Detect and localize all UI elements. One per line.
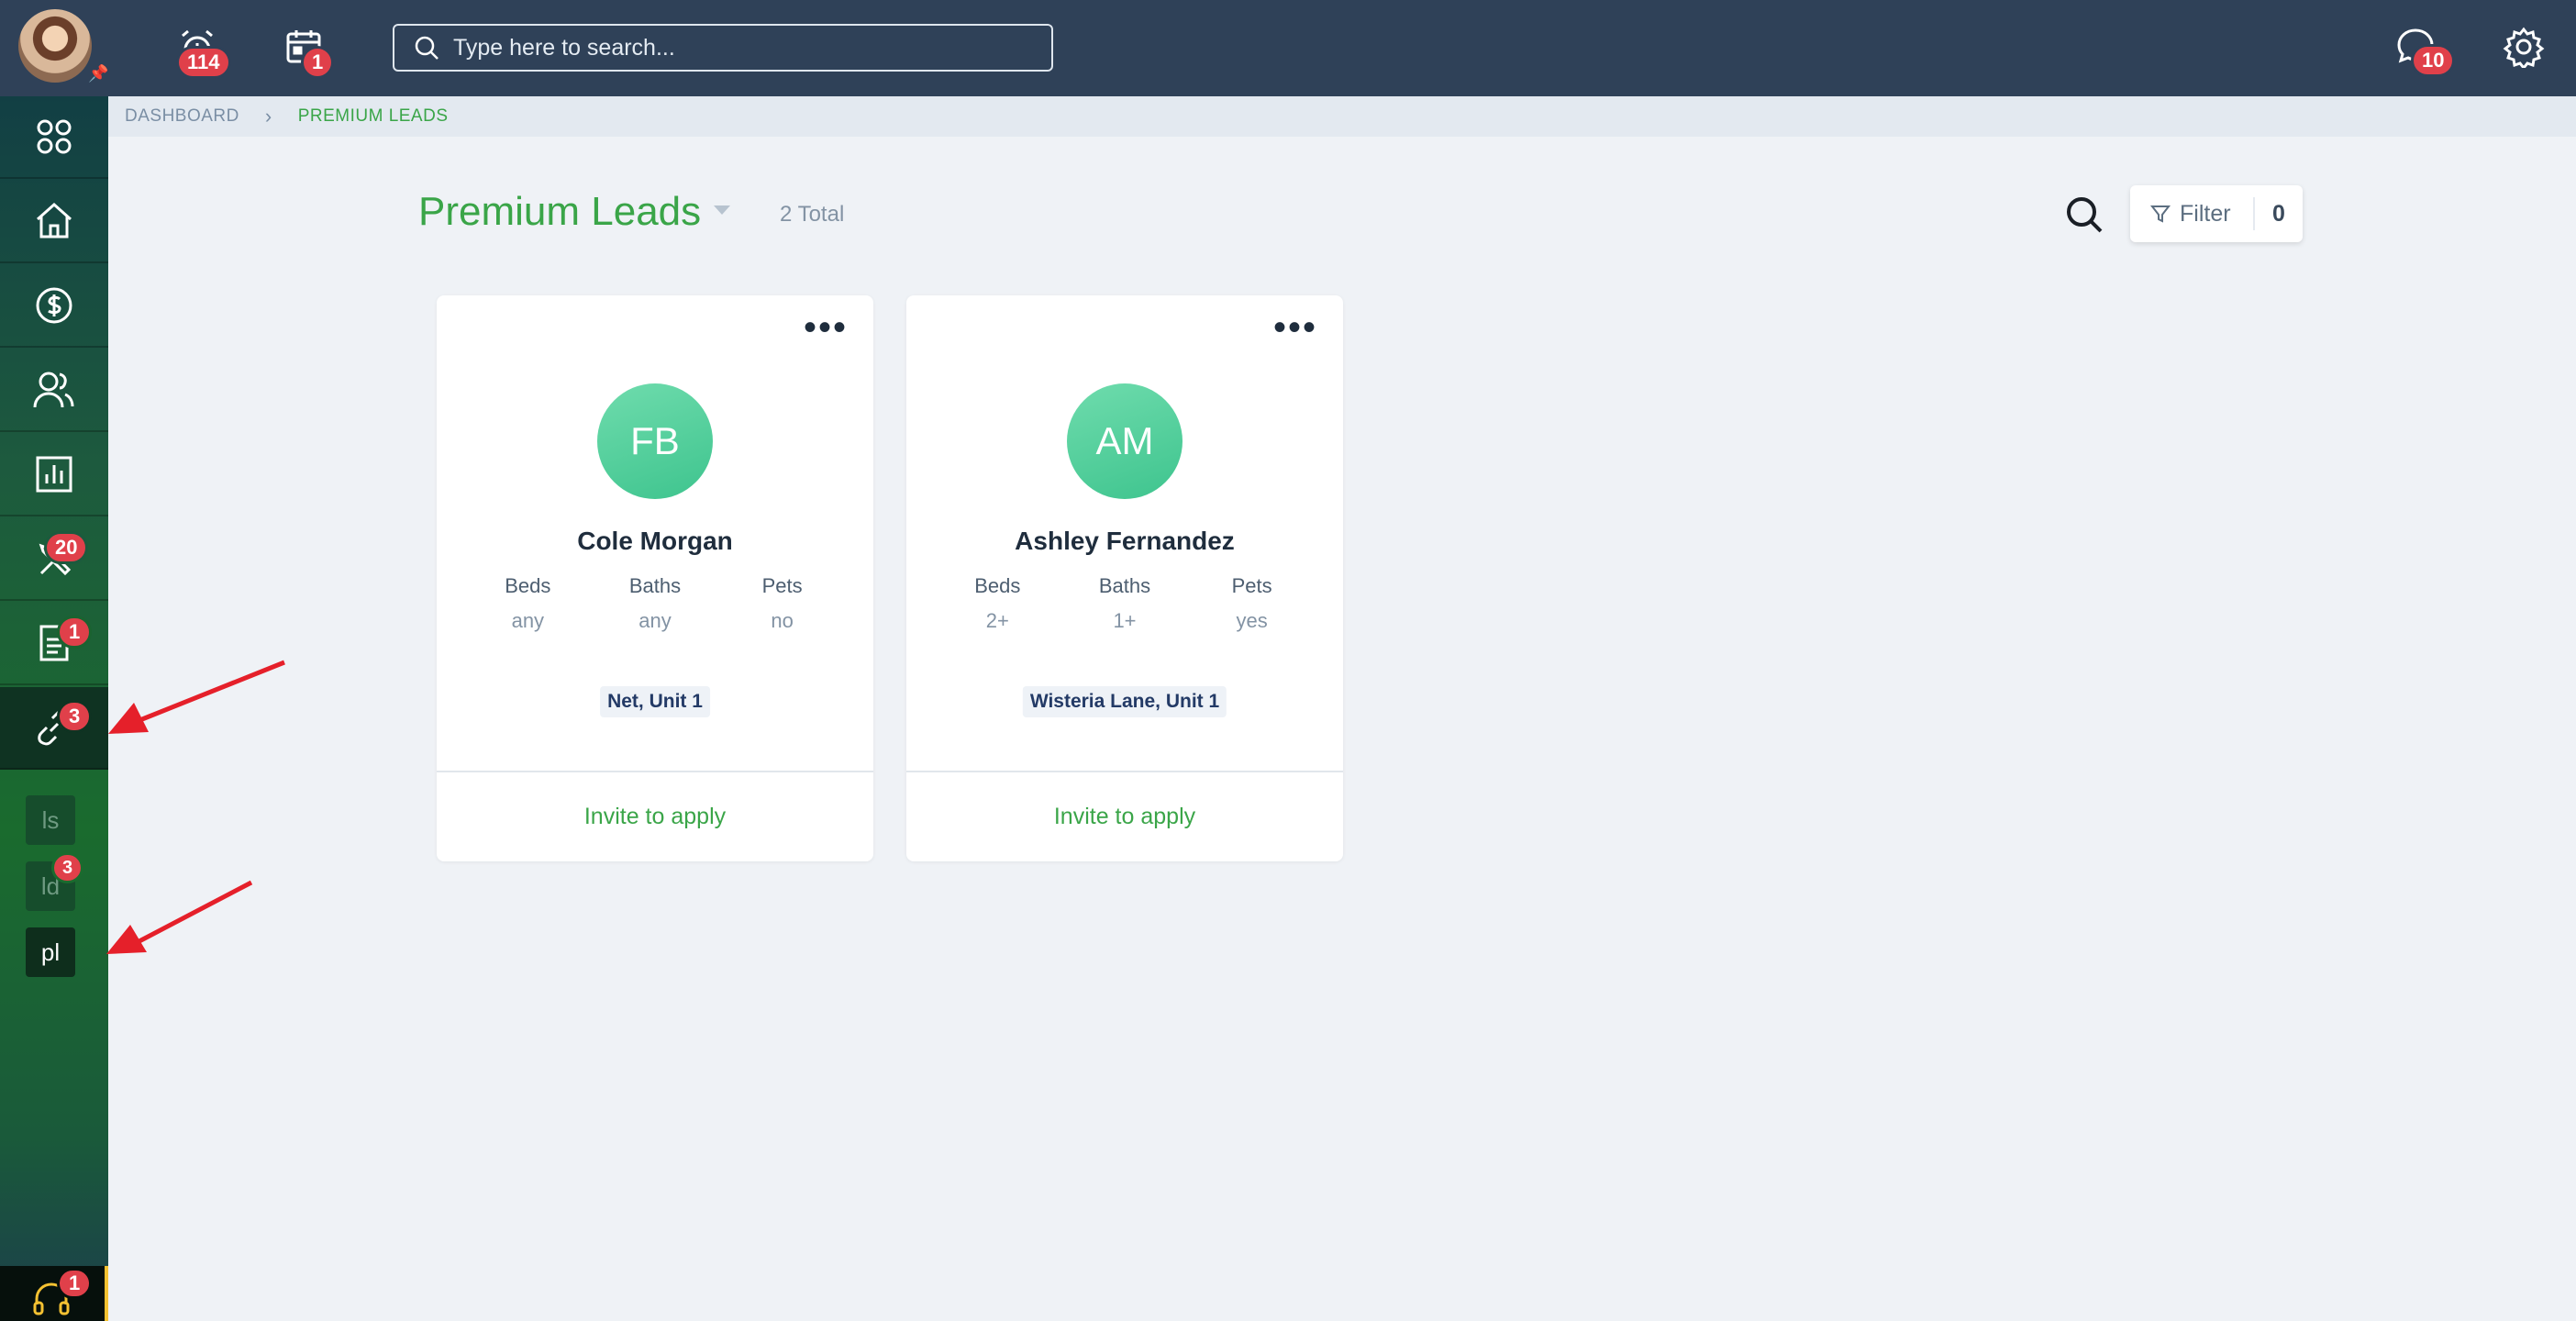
lead-name[interactable]: Cole Morgan bbox=[437, 527, 873, 556]
users-icon bbox=[33, 372, 74, 408]
chat-badge: 10 bbox=[2411, 44, 2456, 77]
calendar-icon[interactable]: 1 bbox=[281, 24, 335, 79]
lead-avatar: AM bbox=[1067, 383, 1183, 499]
alarm-icon[interactable]: 114 bbox=[174, 24, 231, 79]
more-options-icon[interactable]: ••• bbox=[1273, 309, 1317, 346]
dollar-icon bbox=[36, 287, 72, 324]
tools-badge: 20 bbox=[44, 531, 89, 564]
chevron-right-icon: › bbox=[264, 105, 272, 128]
divider bbox=[906, 771, 1343, 772]
lead-avatar: FB bbox=[597, 383, 713, 499]
sub-item-pl[interactable]: pl bbox=[26, 927, 75, 977]
sub-item-label: pl bbox=[40, 938, 61, 966]
filter-button[interactable]: Filter 0 bbox=[2130, 185, 2303, 242]
search-icon bbox=[415, 36, 439, 60]
lead-stats: Beds any Baths any Pets no bbox=[437, 574, 873, 633]
pets-label: Pets bbox=[1231, 574, 1272, 597]
calendar-badge: 1 bbox=[301, 46, 335, 79]
links-badge: 3 bbox=[57, 700, 93, 733]
beds-label: Beds bbox=[505, 574, 551, 597]
documents-badge: 1 bbox=[57, 616, 93, 649]
search-input[interactable] bbox=[453, 34, 1022, 61]
annotation-arrow-icon bbox=[106, 880, 253, 954]
pin-icon: 📌 bbox=[88, 64, 109, 83]
divider bbox=[437, 771, 873, 772]
pets-value: yes bbox=[1236, 609, 1268, 632]
chevron-down-icon[interactable] bbox=[714, 205, 730, 215]
annotation-arrow-icon bbox=[108, 660, 285, 734]
sub-item-ld[interactable]: ld 3 bbox=[26, 852, 84, 911]
sidebar: 20 1 3 ls ld 3 pl 1 bbox=[0, 96, 108, 1321]
beds-value: any bbox=[511, 609, 545, 632]
sidebar-item-links[interactable]: 3 bbox=[0, 687, 108, 770]
top-bar: 📌 114 1 10 bbox=[0, 0, 2576, 96]
help-button[interactable]: 1 bbox=[0, 1266, 108, 1321]
pets-value: no bbox=[771, 609, 794, 632]
grid-icon bbox=[37, 119, 72, 154]
sub-item-ls[interactable]: ls bbox=[26, 795, 75, 845]
baths-value: 1+ bbox=[1113, 609, 1137, 632]
sidebar-item-payments[interactable] bbox=[0, 265, 108, 348]
sidebar-item-people[interactable] bbox=[0, 350, 108, 432]
breadcrumb-current: PREMIUM LEADS bbox=[297, 106, 449, 126]
invite-to-apply-button[interactable]: Invite to apply bbox=[906, 804, 1343, 830]
sidebar-item-apps[interactable] bbox=[0, 96, 108, 179]
filter-icon bbox=[2150, 205, 2171, 223]
more-options-icon[interactable]: ••• bbox=[804, 309, 848, 346]
alarm-badge: 114 bbox=[176, 46, 231, 79]
baths-label: Baths bbox=[628, 574, 682, 597]
home-icon bbox=[37, 202, 72, 239]
beds-value: 2+ bbox=[985, 609, 1009, 632]
lead-card: ••• AM Ashley Fernandez Beds 2+ Baths 1+ P… bbox=[906, 295, 1343, 861]
search-box[interactable] bbox=[393, 24, 1053, 72]
filter-count: 0 bbox=[2253, 197, 2303, 230]
help-badge: 1 bbox=[57, 1268, 93, 1299]
unit-tag: Net, Unit 1 bbox=[600, 686, 710, 717]
user-avatar[interactable] bbox=[18, 9, 92, 83]
total-count: 2 Total bbox=[780, 202, 845, 227]
sidebar-item-home[interactable] bbox=[0, 181, 108, 263]
breadcrumb-dashboard[interactable]: DASHBOARD bbox=[125, 106, 239, 127]
gear-icon[interactable] bbox=[2501, 24, 2547, 70]
lead-card: ••• FB Cole Morgan Beds any Baths any Pets… bbox=[437, 295, 873, 861]
page-title[interactable]: Premium Leads bbox=[418, 189, 701, 235]
chat-icon[interactable]: 10 bbox=[2393, 24, 2456, 77]
sub-item-badge: 3 bbox=[51, 852, 84, 883]
invite-to-apply-button[interactable]: Invite to apply bbox=[437, 804, 873, 830]
baths-value: any bbox=[638, 609, 672, 632]
lead-stats: Beds 2+ Baths 1+ Pets yes bbox=[906, 574, 1343, 633]
filter-label: Filter bbox=[2180, 200, 2231, 227]
search-icon bbox=[2067, 197, 2103, 233]
sidebar-item-reports[interactable] bbox=[0, 434, 108, 516]
chart-icon bbox=[36, 456, 72, 493]
search-button[interactable] bbox=[2062, 193, 2106, 237]
sub-item-label: ls bbox=[41, 805, 60, 834]
breadcrumb: DASHBOARD › PREMIUM LEADS bbox=[108, 96, 2576, 137]
lead-name[interactable]: Ashley Fernandez bbox=[906, 527, 1343, 556]
sidebar-item-documents[interactable]: 1 bbox=[0, 603, 108, 685]
pets-label: Pets bbox=[761, 574, 803, 597]
baths-label: Baths bbox=[1098, 574, 1151, 597]
beds-label: Beds bbox=[974, 574, 1021, 597]
sidebar-item-maintenance[interactable]: 20 bbox=[0, 518, 108, 601]
unit-tag: Wisteria Lane, Unit 1 bbox=[1022, 686, 1227, 717]
